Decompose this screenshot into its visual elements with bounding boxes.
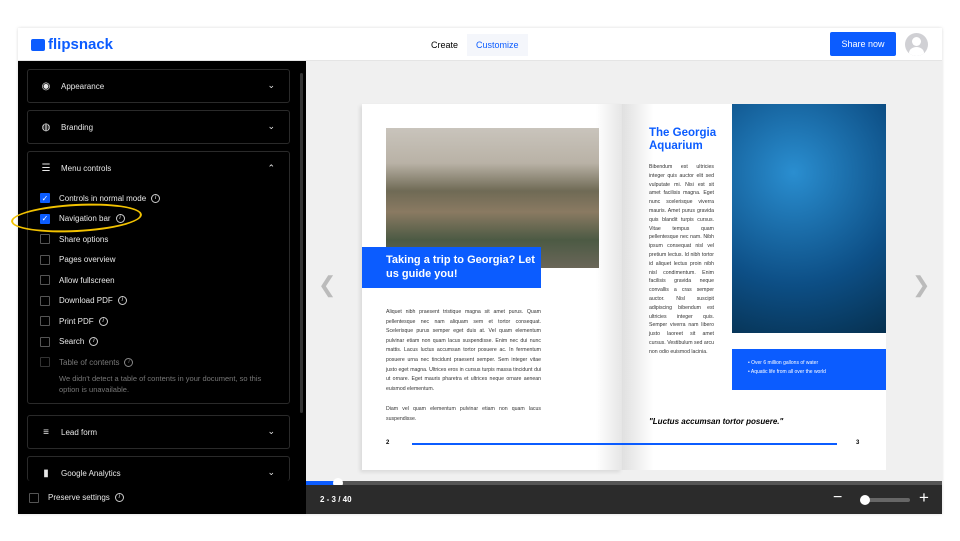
option-print-pdf[interactable]: Print PDF i xyxy=(28,311,289,332)
info-icon[interactable]: i xyxy=(89,337,99,347)
option-pages-overview[interactable]: Pages overview xyxy=(28,250,289,271)
main-tabs: Create Customize xyxy=(422,34,528,56)
panel-label: Lead form xyxy=(61,427,98,437)
chevron-down-icon: ⌄ xyxy=(267,121,275,131)
lines-icon: ≡ xyxy=(43,426,49,438)
panel-lead-form[interactable]: ≡ Lead form ⌄ xyxy=(27,415,290,449)
chevron-down-icon: ⌄ xyxy=(267,80,275,90)
pull-quote: "Luctus accumsan tortor posuere." xyxy=(649,417,784,426)
share-now-button[interactable]: Share now xyxy=(830,32,896,56)
panel-menu-controls: ☰ Menu controls ⌃ ✓ Controls in normal mode… xyxy=(27,151,290,404)
callout-heading: Taking a trip to Georgia? Let us guide y… xyxy=(362,247,541,288)
toc-unavailable-note: We didn't detect a table of contents in … xyxy=(59,373,262,394)
page-number: 3 xyxy=(856,440,860,446)
sidebar-scrollbar[interactable] xyxy=(300,73,303,413)
palette-icon: ◍ xyxy=(41,121,51,133)
menu-controls-header[interactable]: ☰ Menu controls ⌃ xyxy=(28,152,289,184)
checkbox[interactable] xyxy=(40,234,50,245)
aquarium-photo xyxy=(732,104,886,333)
checkbox[interactable] xyxy=(40,254,50,265)
option-search[interactable]: Search i xyxy=(28,332,289,353)
info-icon[interactable]: i xyxy=(117,296,127,306)
option-download-pdf[interactable]: Download PDF i xyxy=(28,291,289,312)
option-table-of-contents: Table of contents i xyxy=(28,352,289,373)
checkbox[interactable] xyxy=(40,316,50,327)
logo-icon xyxy=(31,38,45,51)
sliders-icon: ☰ xyxy=(41,162,51,174)
option-label: Print PDF xyxy=(59,316,94,326)
flipbook-viewer: ❮ ❯ Taking a trip to Georgia? Let us gui… xyxy=(306,61,942,481)
zoom-slider[interactable] xyxy=(859,495,910,505)
body-text: Aliquet nibh praesent tristique magna si… xyxy=(386,309,541,392)
fact-item: • Aquatic life from all over the world xyxy=(748,369,826,375)
panel-google-analytics[interactable]: ▮ Google Analytics ⌄ xyxy=(27,456,290,481)
panel-appearance[interactable]: ◉ Appearance ⌄ xyxy=(27,69,290,103)
option-allow-fullscreen[interactable]: Allow fullscreen xyxy=(28,270,289,291)
eye-icon: ◉ xyxy=(41,80,51,92)
page-rule xyxy=(622,443,837,445)
zoom-in-icon[interactable]: + xyxy=(919,488,929,508)
flipsnack-logo[interactable]: flipsnack xyxy=(31,36,113,53)
fact-item: • Over 6 million gallons of water xyxy=(748,360,819,366)
option-label: Share options xyxy=(59,234,109,244)
customize-sidebar: ◉ Appearance ⌄ ◍ Branding ⌄ ☰ Menu controls ⌃ … xyxy=(10,61,306,514)
checkbox-checked[interactable]: ✓ xyxy=(40,193,50,204)
panel-branding[interactable]: ◍ Branding ⌄ xyxy=(27,110,290,144)
previous-page-arrow-icon[interactable]: ❮ xyxy=(318,272,336,298)
zoom-out-icon[interactable]: − xyxy=(833,489,842,507)
option-label: Controls in normal mode xyxy=(59,193,147,203)
page-title: The Georgia Aquarium xyxy=(649,127,717,152)
checkbox[interactable] xyxy=(40,336,50,347)
tab-customize[interactable]: Customize xyxy=(467,34,528,56)
option-label: Pages overview xyxy=(59,255,116,265)
panel-label: Appearance xyxy=(61,81,105,91)
info-icon[interactable]: i xyxy=(98,316,108,326)
option-label: Allow fullscreen xyxy=(59,275,115,285)
preserve-settings-label: Preserve settings xyxy=(48,493,110,502)
navigation-bar: 2 - 3 / 40 − + xyxy=(306,485,942,514)
option-label: Download PDF xyxy=(59,296,113,306)
checkbox[interactable] xyxy=(40,275,50,286)
page-number: 2 xyxy=(386,440,390,446)
info-icon[interactable]: i xyxy=(124,357,134,367)
logo-text: flipsnack xyxy=(48,36,114,53)
bar-chart-icon: ▮ xyxy=(43,467,49,479)
page-indicator: 2 - 3 / 40 xyxy=(320,495,352,504)
app-window: flipsnack Create Customize Share now ◉ Ap… xyxy=(10,28,942,514)
chevron-down-icon: ⌄ xyxy=(267,426,275,436)
body-text: Bibendum est ultricies integer quis auct… xyxy=(649,164,714,355)
zoom-knob[interactable] xyxy=(859,495,870,505)
option-label: Table of contents xyxy=(59,357,120,367)
page-right[interactable]: The Georgia Aquarium Bibendum est ultric… xyxy=(622,104,886,470)
tab-create[interactable]: Create xyxy=(422,34,467,56)
checkbox[interactable] xyxy=(29,492,39,503)
option-label: Search xyxy=(59,337,85,347)
checkbox-disabled xyxy=(40,357,50,368)
panel-label: Branding xyxy=(61,122,94,132)
preserve-settings[interactable]: Preserve settings i xyxy=(18,481,306,514)
avatar[interactable] xyxy=(905,33,928,56)
info-icon[interactable]: i xyxy=(114,493,124,502)
top-bar: flipsnack Create Customize Share now xyxy=(18,28,942,61)
checkbox[interactable] xyxy=(40,295,50,306)
body-text: Diam vel quam elementum pulvinar etiam n… xyxy=(386,406,541,422)
info-icon[interactable]: i xyxy=(151,193,161,203)
chevron-down-icon: ⌄ xyxy=(267,467,275,477)
chevron-up-icon: ⌃ xyxy=(267,163,275,173)
panel-label: Menu controls xyxy=(61,163,112,173)
page-rule xyxy=(412,443,622,445)
page-left[interactable]: Taking a trip to Georgia? Let us guide y… xyxy=(362,104,622,470)
facts-box: • Over 6 million gallons of water • Aquat… xyxy=(732,349,886,390)
next-page-arrow-icon[interactable]: ❯ xyxy=(912,272,930,298)
panel-label: Google Analytics xyxy=(61,468,121,478)
